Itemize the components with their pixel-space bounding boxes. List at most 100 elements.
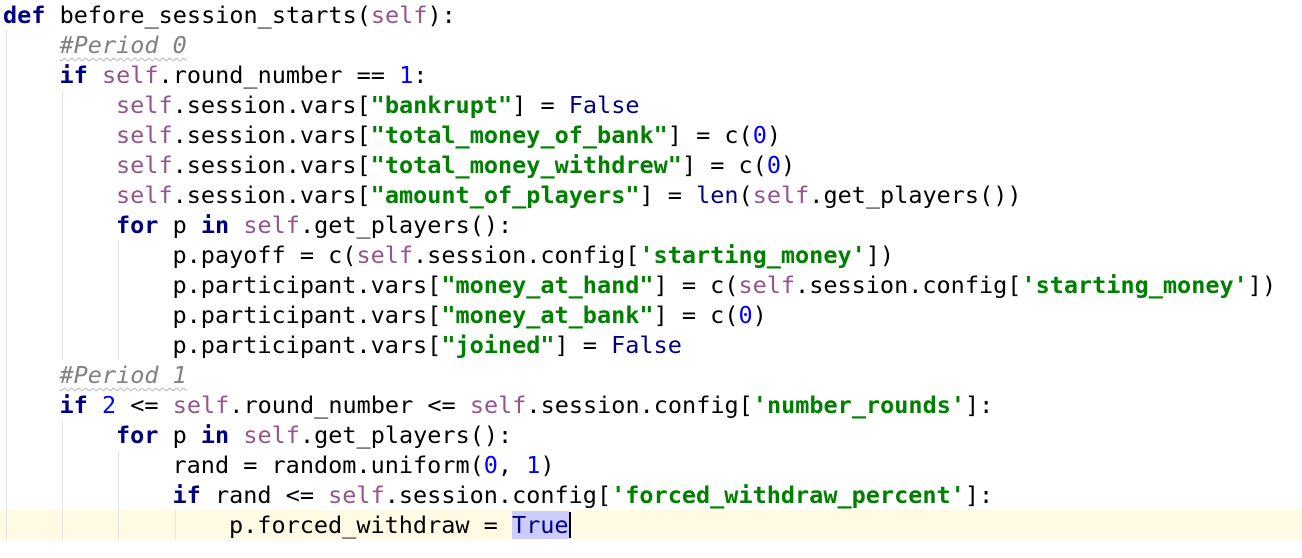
indent-guide — [6, 210, 7, 240]
code-token-plain: <= — [116, 391, 173, 419]
code-line[interactable]: for p in self.get_players(): — [0, 210, 1302, 240]
code-line[interactable]: for p in self.get_players(): — [0, 420, 1302, 450]
code-text: self.session.vars["total_money_of_bank"]… — [116, 120, 781, 150]
code-token-str: 'number_rounds' — [752, 391, 966, 419]
indent-guide — [6, 30, 7, 60]
code-token-num: 0 — [738, 301, 753, 329]
code-token-plain: .session.vars[ — [172, 121, 371, 149]
code-token-num: 0 — [483, 451, 498, 479]
code-line[interactable]: p.participant.vars["money_at_bank"] = c(… — [0, 300, 1302, 330]
indent-guide — [6, 90, 7, 120]
indent-guide — [62, 330, 63, 360]
code-token-plain: .round_number == — [158, 61, 400, 89]
code-token-self: self — [370, 1, 428, 29]
indent-guide — [6, 420, 7, 450]
code-token-num: 2 — [101, 391, 117, 419]
indent-guide — [118, 330, 119, 360]
code-token-plain: ] = — [554, 331, 612, 359]
indent-guide — [62, 270, 63, 300]
code-line[interactable]: p.payoff = c(self.session.config['starti… — [0, 240, 1302, 270]
code-text: rand = random.uniform(0, 1) — [173, 450, 555, 480]
code-token-str: "amount_of_players" — [370, 181, 640, 209]
indent-guide — [62, 480, 63, 510]
indent-guide — [118, 510, 119, 540]
code-text: if 2 <= self.round_number <= self.sessio… — [60, 390, 994, 420]
indent-guide — [6, 60, 7, 90]
code-token-kw: def — [3, 1, 46, 29]
code-token-kw: for — [116, 211, 159, 239]
code-token-builtin-hl: True — [511, 511, 569, 539]
indent-guide — [118, 270, 119, 300]
code-text: #Period 1 — [60, 360, 187, 390]
code-token-self: self — [243, 421, 300, 449]
code-token-self: self — [116, 151, 173, 179]
code-line[interactable]: self.session.vars["amount_of_players"] =… — [0, 180, 1302, 210]
code-token-plain: ) — [540, 451, 555, 479]
code-token-plain: ] = — [639, 181, 697, 209]
code-token-kw: if — [59, 391, 88, 419]
code-token-plain: .get_players(): — [299, 421, 513, 449]
code-token-plain: p — [158, 421, 201, 449]
code-token-builtin: len — [696, 181, 739, 209]
code-text: p.payoff = c(self.session.config['starti… — [173, 240, 895, 270]
indent-guide — [62, 180, 63, 210]
code-line[interactable]: p.forced_withdraw = True — [0, 510, 1302, 540]
code-token-str: 'starting_money' — [1021, 271, 1248, 299]
indent-guide — [118, 450, 119, 480]
indent-guide — [6, 240, 7, 270]
indent-guide — [6, 120, 7, 150]
code-line[interactable]: #Period 0 — [0, 30, 1302, 60]
code-line[interactable]: #Period 1 — [0, 360, 1302, 390]
code-token-plain: p.payoff = c( — [172, 241, 357, 269]
code-token-kw: in — [200, 421, 230, 449]
code-token-plain: .session.vars[ — [172, 181, 371, 209]
indent-guide — [62, 450, 63, 480]
code-token-plain: p — [158, 211, 201, 239]
code-line[interactable]: if 2 <= self.round_number <= self.sessio… — [0, 390, 1302, 420]
code-text: self.session.vars["total_money_withdrew"… — [116, 150, 795, 180]
code-token-num: 0 — [766, 151, 781, 179]
code-token-plain: ] = c( — [653, 301, 739, 329]
code-token-plain: .session.config[ — [795, 271, 1022, 299]
code-token-plain: ]: — [965, 391, 994, 419]
code-token-plain: ): — [427, 1, 456, 29]
indent-guide — [6, 180, 7, 210]
indent-guide — [62, 300, 63, 330]
code-line[interactable]: self.session.vars["total_money_of_bank"]… — [0, 120, 1302, 150]
code-text: #Period 0 — [60, 30, 187, 60]
code-line[interactable]: def before_session_starts(self): — [0, 0, 1302, 30]
code-line[interactable]: p.participant.vars["joined"] = False — [0, 330, 1302, 360]
code-text: if self.round_number == 1: — [60, 60, 428, 90]
code-text: p.participant.vars["money_at_bank"] = c(… — [173, 300, 767, 330]
code-text: p.forced_withdraw = True — [229, 510, 571, 540]
indent-guide — [6, 390, 7, 420]
indent-guide — [62, 90, 63, 120]
code-text: self.session.vars["bankrupt"] = False — [116, 90, 640, 120]
code-token-str: 'starting_money' — [639, 241, 866, 269]
code-line[interactable]: if rand <= self.session.config['forced_w… — [0, 480, 1302, 510]
code-token-plain: , — [497, 451, 527, 479]
code-text: p.participant.vars["joined"] = False — [173, 330, 682, 360]
code-token-plain: ] = — [512, 91, 569, 119]
code-token-str: 'forced_withdraw_percent' — [611, 481, 965, 509]
code-line[interactable]: if self.round_number == 1: — [0, 60, 1302, 90]
code-token-self: self — [172, 391, 230, 419]
indent-guide — [6, 270, 7, 300]
code-token-comment: #Period 0 — [59, 31, 187, 59]
code-line[interactable]: p.participant.vars["money_at_hand"] = c(… — [0, 270, 1302, 300]
code-text: if rand <= self.session.config['forced_w… — [173, 480, 994, 510]
code-editor[interactable]: def before_session_starts(self): #Period … — [0, 0, 1302, 558]
code-token-str: "total_money_of_bank" — [370, 121, 668, 149]
code-token-plain: : — [413, 61, 428, 89]
code-token-plain: ] = c( — [653, 271, 739, 299]
code-line[interactable]: self.session.vars["total_money_withdrew"… — [0, 150, 1302, 180]
code-line[interactable]: self.session.vars["bankrupt"] = False — [0, 90, 1302, 120]
code-token-kw: if — [172, 481, 201, 509]
code-token-plain: .get_players()) — [809, 181, 1022, 209]
code-token-plain: ( — [738, 181, 753, 209]
code-line[interactable]: rand = random.uniform(0, 1) — [0, 450, 1302, 480]
code-token-plain: .session.vars[ — [172, 151, 371, 179]
indent-guide — [6, 300, 7, 330]
code-token-plain: ) — [766, 121, 781, 149]
